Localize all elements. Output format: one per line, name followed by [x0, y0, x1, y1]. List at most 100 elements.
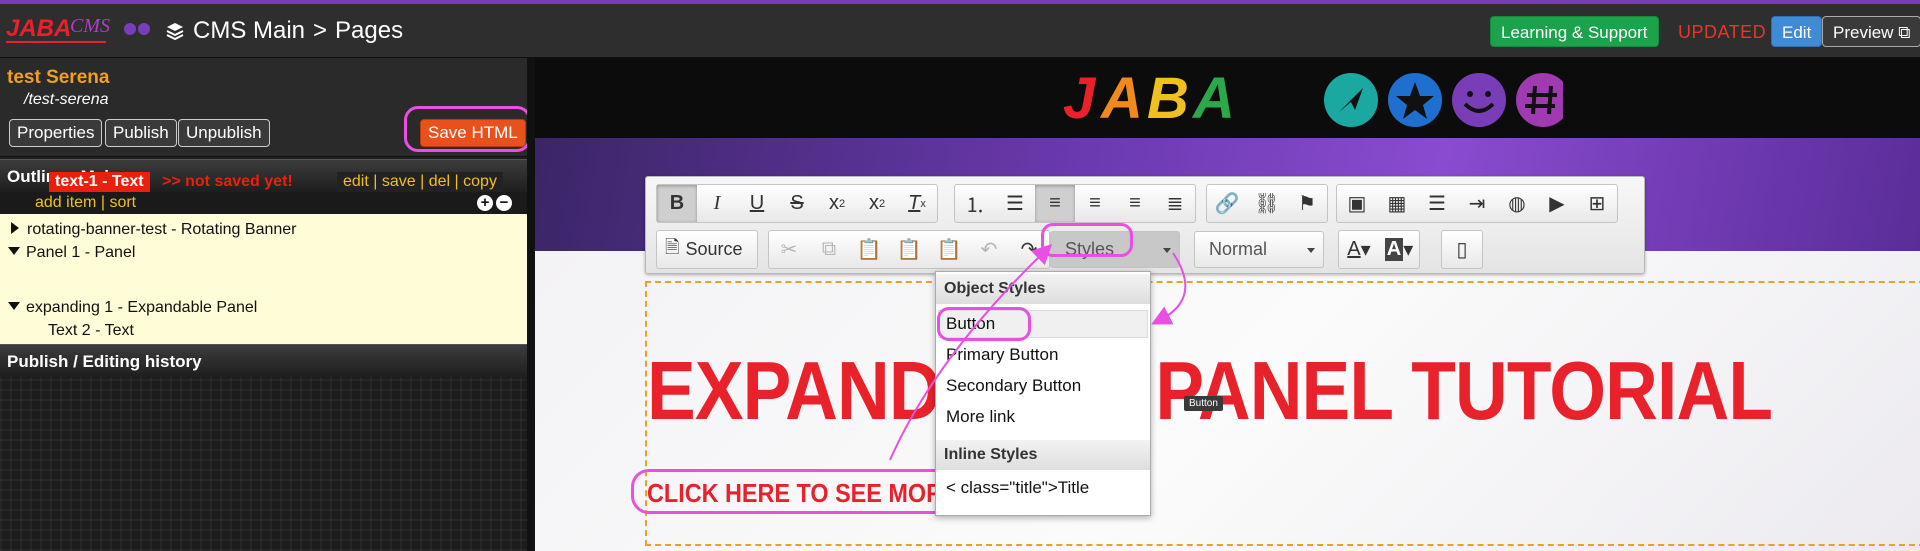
- inline-styles-header: Inline Styles: [936, 440, 1150, 470]
- align-center-icon[interactable]: ≡: [1075, 185, 1115, 222]
- numbered-list-icon[interactable]: ⒈: [955, 185, 995, 222]
- publish-button[interactable]: Publish: [105, 119, 177, 147]
- tooltip: Button: [1184, 396, 1223, 411]
- bold-button[interactable]: B: [657, 185, 697, 222]
- sidebar: test Serena /test-serena Properties Publ…: [0, 58, 531, 551]
- paste-text-icon[interactable]: 📋: [889, 231, 929, 268]
- cut-icon[interactable]: ✂: [769, 231, 809, 268]
- style-item-title[interactable]: < class="title">Title: [946, 478, 1089, 498]
- caret-down-icon[interactable]: [8, 302, 20, 310]
- svg-text:CMS: CMS: [70, 15, 110, 37]
- remove-format-button[interactable]: Tx: [897, 185, 937, 222]
- add-item-link[interactable]: add item: [35, 194, 96, 211]
- tree-node[interactable]: rotating-banner-test - Rotating Banner: [11, 221, 296, 239]
- unpublish-button[interactable]: Unpublish: [178, 119, 270, 147]
- strikethrough-button[interactable]: S: [777, 185, 817, 222]
- jaba-cms-logo[interactable]: JABA CMS: [4, 12, 154, 50]
- caret-right-icon[interactable]: [11, 222, 19, 234]
- highlight-ring-button: [937, 307, 1031, 341]
- tree-node[interactable]: Panel 1 - Panel: [8, 244, 135, 262]
- add-widget-icon[interactable]: ⊞: [1577, 185, 1617, 222]
- table-icon[interactable]: ▦: [1377, 185, 1417, 222]
- page-name: test Serena: [7, 67, 110, 88]
- panel-divider[interactable]: [527, 58, 535, 551]
- delete-action[interactable]: del: [429, 173, 450, 190]
- action-separator: |: [454, 173, 459, 190]
- style-item-secondary-button[interactable]: Secondary Button: [946, 376, 1081, 396]
- align-justify-icon[interactable]: ≣: [1155, 185, 1195, 222]
- align-right-icon[interactable]: ≡: [1115, 185, 1155, 222]
- learning-support-button[interactable]: Learning & Support: [1490, 16, 1659, 47]
- history-panel: [0, 377, 527, 551]
- site-banner: J A B A: [535, 58, 1920, 138]
- save-action[interactable]: save: [382, 173, 416, 190]
- source-label: Source: [685, 239, 743, 259]
- chevron-down-icon: [1307, 248, 1315, 253]
- anchor-flag-icon[interactable]: ⚑: [1287, 185, 1327, 222]
- list-align-group: ⒈ ☰ ≡ ≡ ≡ ≣: [954, 184, 1196, 223]
- page-preview: J A B A EXPANDABLE PANEL TUTORIAL CLICK …: [535, 58, 1920, 551]
- action-separator: |: [373, 173, 378, 190]
- highlight-ring-link: [631, 469, 985, 514]
- editor-toolbar: B I U S x2 x2 Tx ⒈ ☰ ≡ ≡ ≡ ≣ 🔗 ⛓ ⚑ ▣ ▦ ☰…: [645, 176, 1645, 274]
- italic-button[interactable]: I: [697, 185, 737, 222]
- chevron-down-icon: [1163, 248, 1171, 253]
- image-icon[interactable]: ▣: [1337, 185, 1377, 222]
- edit-action[interactable]: edit: [343, 173, 369, 190]
- style-item-primary-button[interactable]: Primary Button: [946, 345, 1058, 365]
- insert-group: ▣ ▦ ☰ ⇥ ◍ ▶ ⊞: [1336, 184, 1618, 223]
- svg-text:A: A: [1099, 68, 1143, 128]
- paste-icon[interactable]: 📋: [849, 231, 889, 268]
- source-button[interactable]: 🗎 Source: [657, 235, 743, 265]
- styles-menu: Object Styles Button Primary Button Seco…: [935, 271, 1151, 516]
- style-item-more-link[interactable]: More link: [946, 407, 1015, 427]
- page-header: test Serena /test-serena Properties Publ…: [0, 58, 531, 157]
- breadcrumb-section[interactable]: CMS Main: [193, 17, 305, 45]
- page-path: /test-serena: [24, 91, 109, 108]
- breadcrumb-separator: >: [313, 17, 328, 44]
- edit-button[interactable]: Edit: [1771, 16, 1823, 47]
- top-bar: JABA CMS CMS Main > Pages Learning & Sup…: [0, 0, 1920, 58]
- outline-links: add item | sort: [35, 192, 136, 214]
- unlink-icon[interactable]: ⛓: [1247, 185, 1287, 222]
- copy-action[interactable]: copy: [463, 173, 497, 190]
- superscript-button[interactable]: x2: [857, 185, 897, 222]
- panel-title[interactable]: EXPANDABLE PANEL TUTORIAL: [647, 343, 1773, 439]
- link-group: 🔗 ⛓ ⚑: [1206, 184, 1328, 223]
- underline-button[interactable]: U: [737, 185, 777, 222]
- expand-all-icon[interactable]: +: [477, 195, 493, 211]
- horizontal-rule-icon[interactable]: ☰: [1417, 185, 1457, 222]
- tree-node[interactable]: expanding 1 - Expandable Panel: [8, 299, 257, 317]
- sort-link[interactable]: sort: [109, 194, 136, 211]
- selected-tree-node[interactable]: text-1 - Text: [49, 172, 150, 192]
- link-icon[interactable]: 🔗: [1207, 185, 1247, 222]
- breadcrumb: CMS Main > Pages: [165, 17, 403, 45]
- background-color-icon[interactable]: A ▾: [1379, 231, 1419, 268]
- preview-button[interactable]: Preview ⧉: [1822, 16, 1920, 47]
- copy-icon[interactable]: ⧉: [809, 231, 849, 268]
- indent-icon[interactable]: ⇥: [1457, 185, 1497, 222]
- external-link-icon: ⧉: [1898, 23, 1911, 42]
- svg-text:A: A: [1191, 68, 1235, 128]
- youtube-icon[interactable]: ▶: [1537, 185, 1577, 222]
- caret-down-icon[interactable]: [8, 247, 20, 255]
- show-blocks-icon[interactable]: ▯: [1442, 231, 1482, 268]
- link-separator: |: [100, 194, 105, 211]
- undo-icon[interactable]: ↶: [969, 231, 1009, 268]
- align-left-icon[interactable]: ≡: [1035, 185, 1075, 222]
- action-separator: |: [420, 173, 425, 190]
- globe-icon[interactable]: ◍: [1497, 185, 1537, 222]
- tree-node-label: Text 2 - Text: [48, 322, 134, 339]
- layers-icon: [166, 23, 184, 41]
- subscript-button[interactable]: x2: [817, 185, 857, 222]
- paste-word-icon[interactable]: 📋: [929, 231, 969, 268]
- format-dropdown[interactable]: Normal: [1194, 231, 1324, 268]
- collapse-all-icon[interactable]: −: [496, 195, 512, 211]
- blocks-group: ▯: [1441, 230, 1483, 269]
- bulleted-list-icon[interactable]: ☰: [995, 185, 1035, 222]
- svg-text:J: J: [1063, 68, 1097, 128]
- text-color-icon[interactable]: A ▾: [1339, 231, 1379, 268]
- tree-node[interactable]: Text 2 - Text: [48, 322, 134, 340]
- breadcrumb-page[interactable]: Pages: [335, 17, 403, 45]
- properties-button[interactable]: Properties: [9, 119, 103, 147]
